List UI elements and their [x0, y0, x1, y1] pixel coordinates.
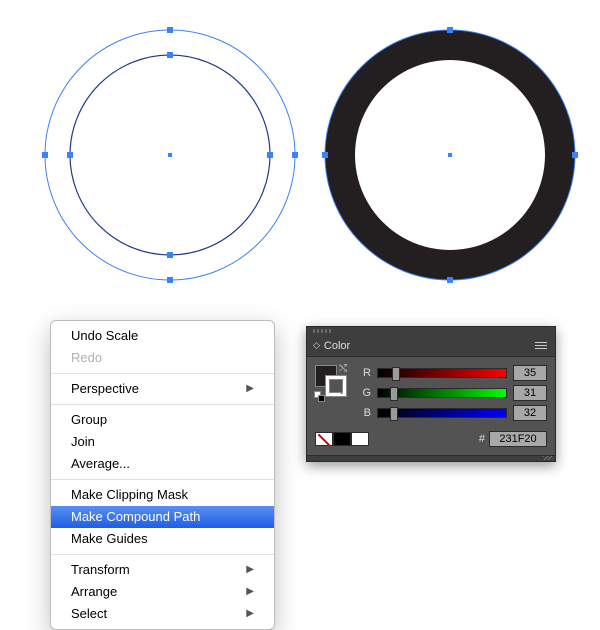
default-fill-stroke-icon[interactable] — [314, 391, 326, 403]
context-menu: Undo Scale Redo Perspective▶ Group Join … — [50, 320, 275, 630]
value-r[interactable]: 35 — [513, 365, 547, 381]
slider-b[interactable] — [377, 408, 507, 418]
panel-grip[interactable] — [307, 327, 555, 335]
value-g[interactable]: 31 — [513, 385, 547, 401]
menu-make-clipping-mask[interactable]: Make Clipping Mask — [51, 484, 274, 506]
slider-row-b: B 32 — [359, 403, 547, 423]
color-panel: ◇ Color ⤭ R 35 G 31 B 32 — [306, 326, 556, 462]
menu-redo: Redo — [51, 347, 274, 369]
menu-separator — [51, 554, 274, 555]
slider-g[interactable] — [377, 388, 507, 398]
menu-perspective[interactable]: Perspective▶ — [51, 378, 274, 400]
selected-circles-outline[interactable] — [40, 25, 300, 285]
menu-transform[interactable]: Transform▶ — [51, 559, 274, 581]
panel-header: ◇ Color — [307, 335, 555, 357]
value-b[interactable]: 32 — [513, 405, 547, 421]
swap-fill-stroke-icon[interactable]: ⤭ — [339, 363, 347, 374]
menu-select[interactable]: Select▶ — [51, 603, 274, 625]
chevron-right-icon: ▶ — [246, 605, 254, 623]
swatch-black[interactable] — [333, 432, 351, 446]
hex-input[interactable]: 231F20 — [489, 431, 547, 447]
panel-menu-icon[interactable] — [535, 338, 551, 352]
fill-stroke-swatch[interactable]: ⤭ — [315, 365, 349, 399]
panel-title: Color — [324, 340, 350, 352]
artboard — [0, 0, 600, 320]
panel-resize-handle[interactable] — [307, 455, 555, 461]
menu-separator — [51, 479, 274, 480]
label-r: R — [359, 367, 371, 379]
label-b: B — [359, 407, 371, 419]
menu-make-guides[interactable]: Make Guides — [51, 528, 274, 550]
label-g: G — [359, 387, 371, 399]
menu-undo[interactable]: Undo Scale — [51, 325, 274, 347]
menu-arrange[interactable]: Arrange▶ — [51, 581, 274, 603]
slider-row-r: R 35 — [359, 363, 547, 383]
chevron-down-icon[interactable]: ◇ — [313, 340, 320, 351]
hex-hash-label: # — [479, 433, 485, 445]
menu-make-compound-path[interactable]: Make Compound Path — [51, 506, 274, 528]
swatch-none[interactable] — [315, 432, 333, 446]
chevron-right-icon: ▶ — [246, 583, 254, 601]
chevron-right-icon: ▶ — [246, 561, 254, 579]
compound-path-ring[interactable] — [320, 25, 580, 285]
swatch-white[interactable] — [351, 432, 369, 446]
chevron-right-icon: ▶ — [246, 380, 254, 398]
stroke-swatch-none[interactable] — [325, 375, 347, 397]
menu-join[interactable]: Join — [51, 431, 274, 453]
menu-average[interactable]: Average... — [51, 453, 274, 475]
quick-swatches — [315, 432, 369, 446]
slider-r[interactable] — [377, 368, 507, 378]
menu-separator — [51, 373, 274, 374]
menu-separator — [51, 404, 274, 405]
menu-group[interactable]: Group — [51, 409, 274, 431]
slider-row-g: G 31 — [359, 383, 547, 403]
